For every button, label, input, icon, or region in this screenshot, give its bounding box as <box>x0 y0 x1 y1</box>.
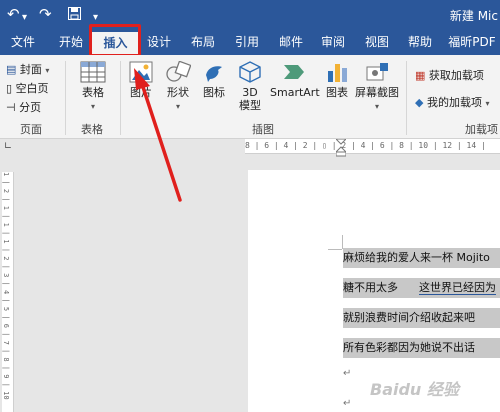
watermark: Baidu 经验 <box>370 380 459 399</box>
annotation-arrow <box>134 68 182 202</box>
